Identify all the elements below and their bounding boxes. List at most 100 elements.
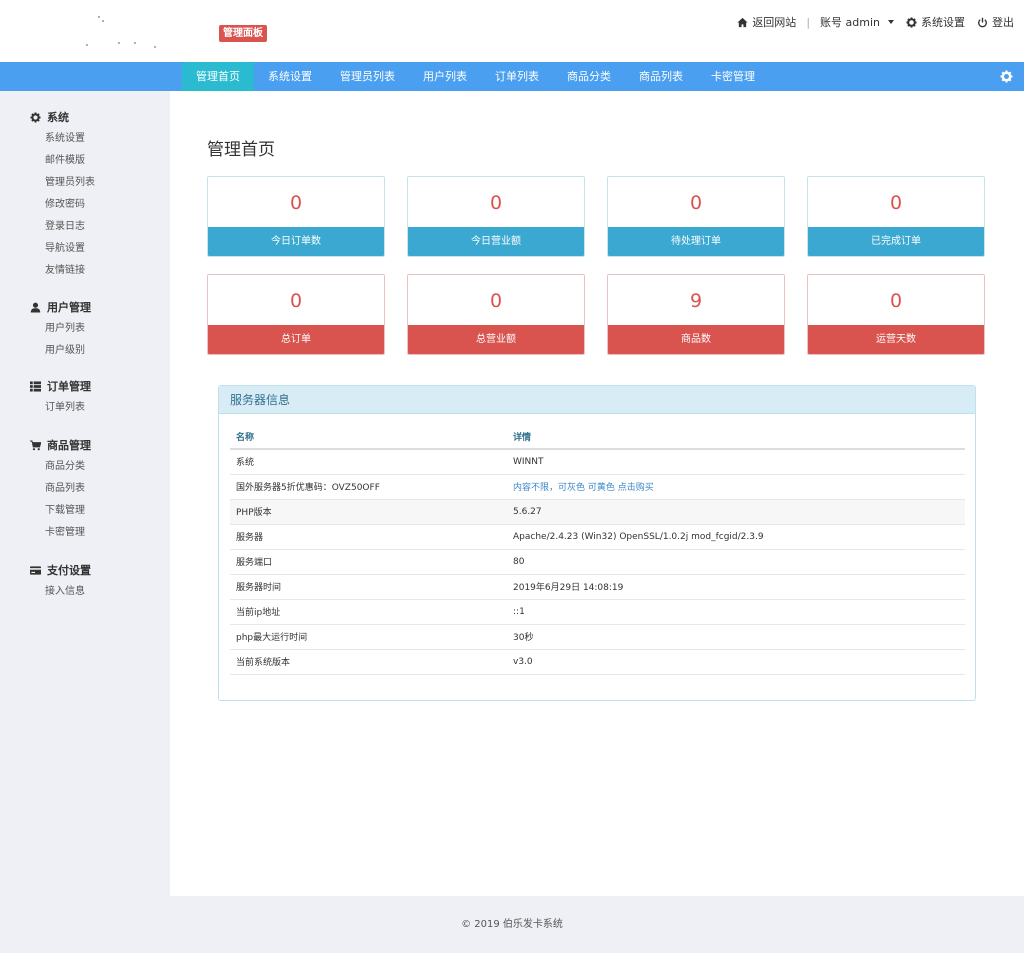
stat-card[interactable]: 0 今日营业额 [407, 176, 585, 257]
power-icon [977, 17, 988, 27]
sidebar-link[interactable]: 用户级别 [30, 340, 91, 362]
column-header-detail: 详情 [507, 425, 965, 450]
main-content: 管理首页 0 今日订单数 0 今日营业额 0 待处理订单 0 已完成订单 0 总订单 0 总营业额 9 商… [170, 91, 1024, 896]
row-name: 服务器 [230, 524, 507, 550]
row-value: 5.6.27 [507, 499, 965, 525]
nav-item-1[interactable]: 系统设置 [254, 62, 326, 91]
table-row: 服务器时间 2019年6月29日 14:08:19 [230, 574, 965, 600]
sidebar-group-label: 用户管理 [47, 301, 91, 314]
main-nav: 管理首页 系统设置 管理员列表 用户列表 订单列表 商品分类 商品列表 卡密管理 [0, 62, 1024, 91]
sidebar-group-title[interactable]: 支付设置 [30, 559, 91, 581]
server-info-table: 名称 详情 系统 WINNT 国外服务器5折优惠码：OVZ50OFF 内容不限，可灰色… [230, 425, 965, 675]
admin-panel-badge: 管理面板 [219, 25, 267, 42]
sidebar-group-title[interactable]: 商品管理 [30, 434, 91, 456]
home-icon [737, 17, 748, 27]
sidebar-link[interactable]: 邮件模版 [30, 150, 95, 172]
row-name: 国外服务器5折优惠码：OVZ50OFF [230, 474, 507, 500]
system-settings-label: 系统设置 [921, 16, 965, 29]
stat-card[interactable]: 0 已完成订单 [807, 176, 985, 257]
sidebar-link[interactable]: 友情链接 [30, 260, 95, 282]
sidebar-link[interactable]: 导航设置 [30, 238, 95, 260]
sidebar-group-2: 订单管理订单列表 [0, 375, 91, 419]
stat-card[interactable]: 0 今日订单数 [207, 176, 385, 257]
table-row: 国外服务器5折优惠码：OVZ50OFF 内容不限，可灰色 可黄色 点击购买 [230, 474, 965, 500]
gear-icon[interactable] [1000, 70, 1013, 83]
system-settings-link[interactable]: 系统设置 [906, 14, 965, 30]
row-name: 当前系统版本 [230, 649, 507, 675]
sidebar-group-label: 订单管理 [47, 380, 91, 393]
sidebar-group-title[interactable]: 订单管理 [30, 375, 91, 397]
table-row: 服务端口 80 [230, 549, 965, 575]
stat-card[interactable]: 0 总营业额 [407, 274, 585, 355]
sidebar-link[interactable]: 商品列表 [30, 478, 91, 500]
sidebar-link[interactable]: 接入信息 [30, 581, 91, 603]
row-name: 服务器时间 [230, 574, 507, 600]
nav-item-5[interactable]: 商品分类 [553, 62, 625, 91]
caret-down-icon [888, 20, 894, 24]
stat-card[interactable]: 0 待处理订单 [607, 176, 785, 257]
purchase-link[interactable]: 内容不限，可灰色 可黄色 点击购买 [507, 474, 965, 500]
server-info-title: 服务器信息 [219, 386, 975, 414]
top-header: 管理面板 返回网站 | 账号 admin 系统设置 登出 [0, 0, 1024, 62]
sidebar-group-label: 商品管理 [47, 439, 91, 452]
nav-item-6[interactable]: 商品列表 [625, 62, 697, 91]
sidebar-group-label: 支付设置 [47, 564, 91, 577]
stat-value: 0 [689, 192, 703, 214]
nav-item-3[interactable]: 用户列表 [409, 62, 481, 91]
gear-icon [906, 16, 917, 28]
sidebar-link[interactable]: 登录日志 [30, 216, 95, 238]
sidebar-link[interactable]: 系统设置 [30, 128, 95, 150]
nav-item-0[interactable]: 管理首页 [182, 62, 254, 91]
row-value: WINNT [507, 449, 965, 475]
sidebar-group-title[interactable]: 用户管理 [30, 296, 91, 318]
logout-label: 登出 [992, 16, 1014, 29]
row-name: PHP版本 [230, 499, 507, 525]
stat-cards: 0 今日订单数 0 今日营业额 0 待处理订单 0 已完成订单 0 总订单 0 总营业额 9 商品数 0 运营… [207, 176, 987, 355]
sidebar-link[interactable]: 卡密管理 [30, 522, 91, 544]
row-value: Apache/2.4.23 (Win32) OpenSSL/1.0.2j mod… [507, 524, 965, 550]
row-value: 30秒 [507, 624, 965, 650]
return-home-link[interactable]: 返回网站 [737, 14, 796, 30]
page-title: 管理首页 [207, 140, 275, 160]
stat-value: 0 [289, 192, 303, 214]
sidebar-link[interactable]: 用户列表 [30, 318, 91, 340]
sidebar-group-label: 系统 [47, 111, 69, 124]
table-header-row: 名称 详情 [230, 425, 965, 450]
stat-card[interactable]: 9 商品数 [607, 274, 785, 355]
stat-card[interactable]: 0 运营天数 [807, 274, 985, 355]
return-home-label: 返回网站 [752, 16, 797, 29]
nav-item-4[interactable]: 订单列表 [481, 62, 553, 91]
gear-icon [30, 111, 41, 123]
nav-item-2[interactable]: 管理员列表 [326, 62, 409, 91]
stat-card[interactable]: 0 总订单 [207, 274, 385, 355]
card-icon [30, 565, 41, 576]
table-row: php最大运行时间 30秒 [230, 624, 965, 650]
account-label: 账号 admin [820, 16, 880, 29]
logout-link[interactable]: 登出 [977, 14, 1014, 30]
sidebar-group-1: 用户管理用户列表 用户级别 [0, 296, 91, 362]
sidebar-group-4: 支付设置接入信息 [0, 559, 91, 603]
separator: | [806, 15, 811, 29]
sidebar-link[interactable]: 订单列表 [30, 397, 91, 419]
list-icon [30, 380, 41, 392]
row-value: v3.0 [507, 649, 965, 675]
account-dropdown[interactable]: 账号 admin [820, 14, 894, 30]
logo[interactable] [80, 12, 170, 52]
stat-label: 总订单 [208, 325, 384, 354]
sidebar-group-0: 系统系统设置 邮件模版 管理员列表 修改密码 登录日志 导航设置 友情链接 [0, 106, 95, 282]
sidebar-link[interactable]: 商品分类 [30, 456, 91, 478]
stat-value: 0 [489, 192, 503, 214]
sidebar-group-title[interactable]: 系统 [30, 106, 95, 128]
table-row: 服务器 Apache/2.4.23 (Win32) OpenSSL/1.0.2j … [230, 524, 965, 550]
user-icon [30, 302, 41, 313]
nav-item-7[interactable]: 卡密管理 [697, 62, 769, 91]
row-name: 服务端口 [230, 549, 507, 575]
stat-label: 今日营业额 [408, 227, 584, 256]
stat-label: 商品数 [608, 325, 784, 354]
sidebar-link[interactable]: 管理员列表 [30, 172, 95, 194]
sidebar-group-3: 商品管理商品分类 商品列表 下载管理 卡密管理 [0, 434, 91, 544]
sidebar: 系统系统设置 邮件模版 管理员列表 修改密码 登录日志 导航设置 友情链接用户管理用户列表用… [0, 91, 170, 896]
sidebar-link[interactable]: 下载管理 [30, 500, 91, 522]
row-name: 当前ip地址 [230, 599, 507, 625]
sidebar-link[interactable]: 修改密码 [30, 194, 95, 216]
